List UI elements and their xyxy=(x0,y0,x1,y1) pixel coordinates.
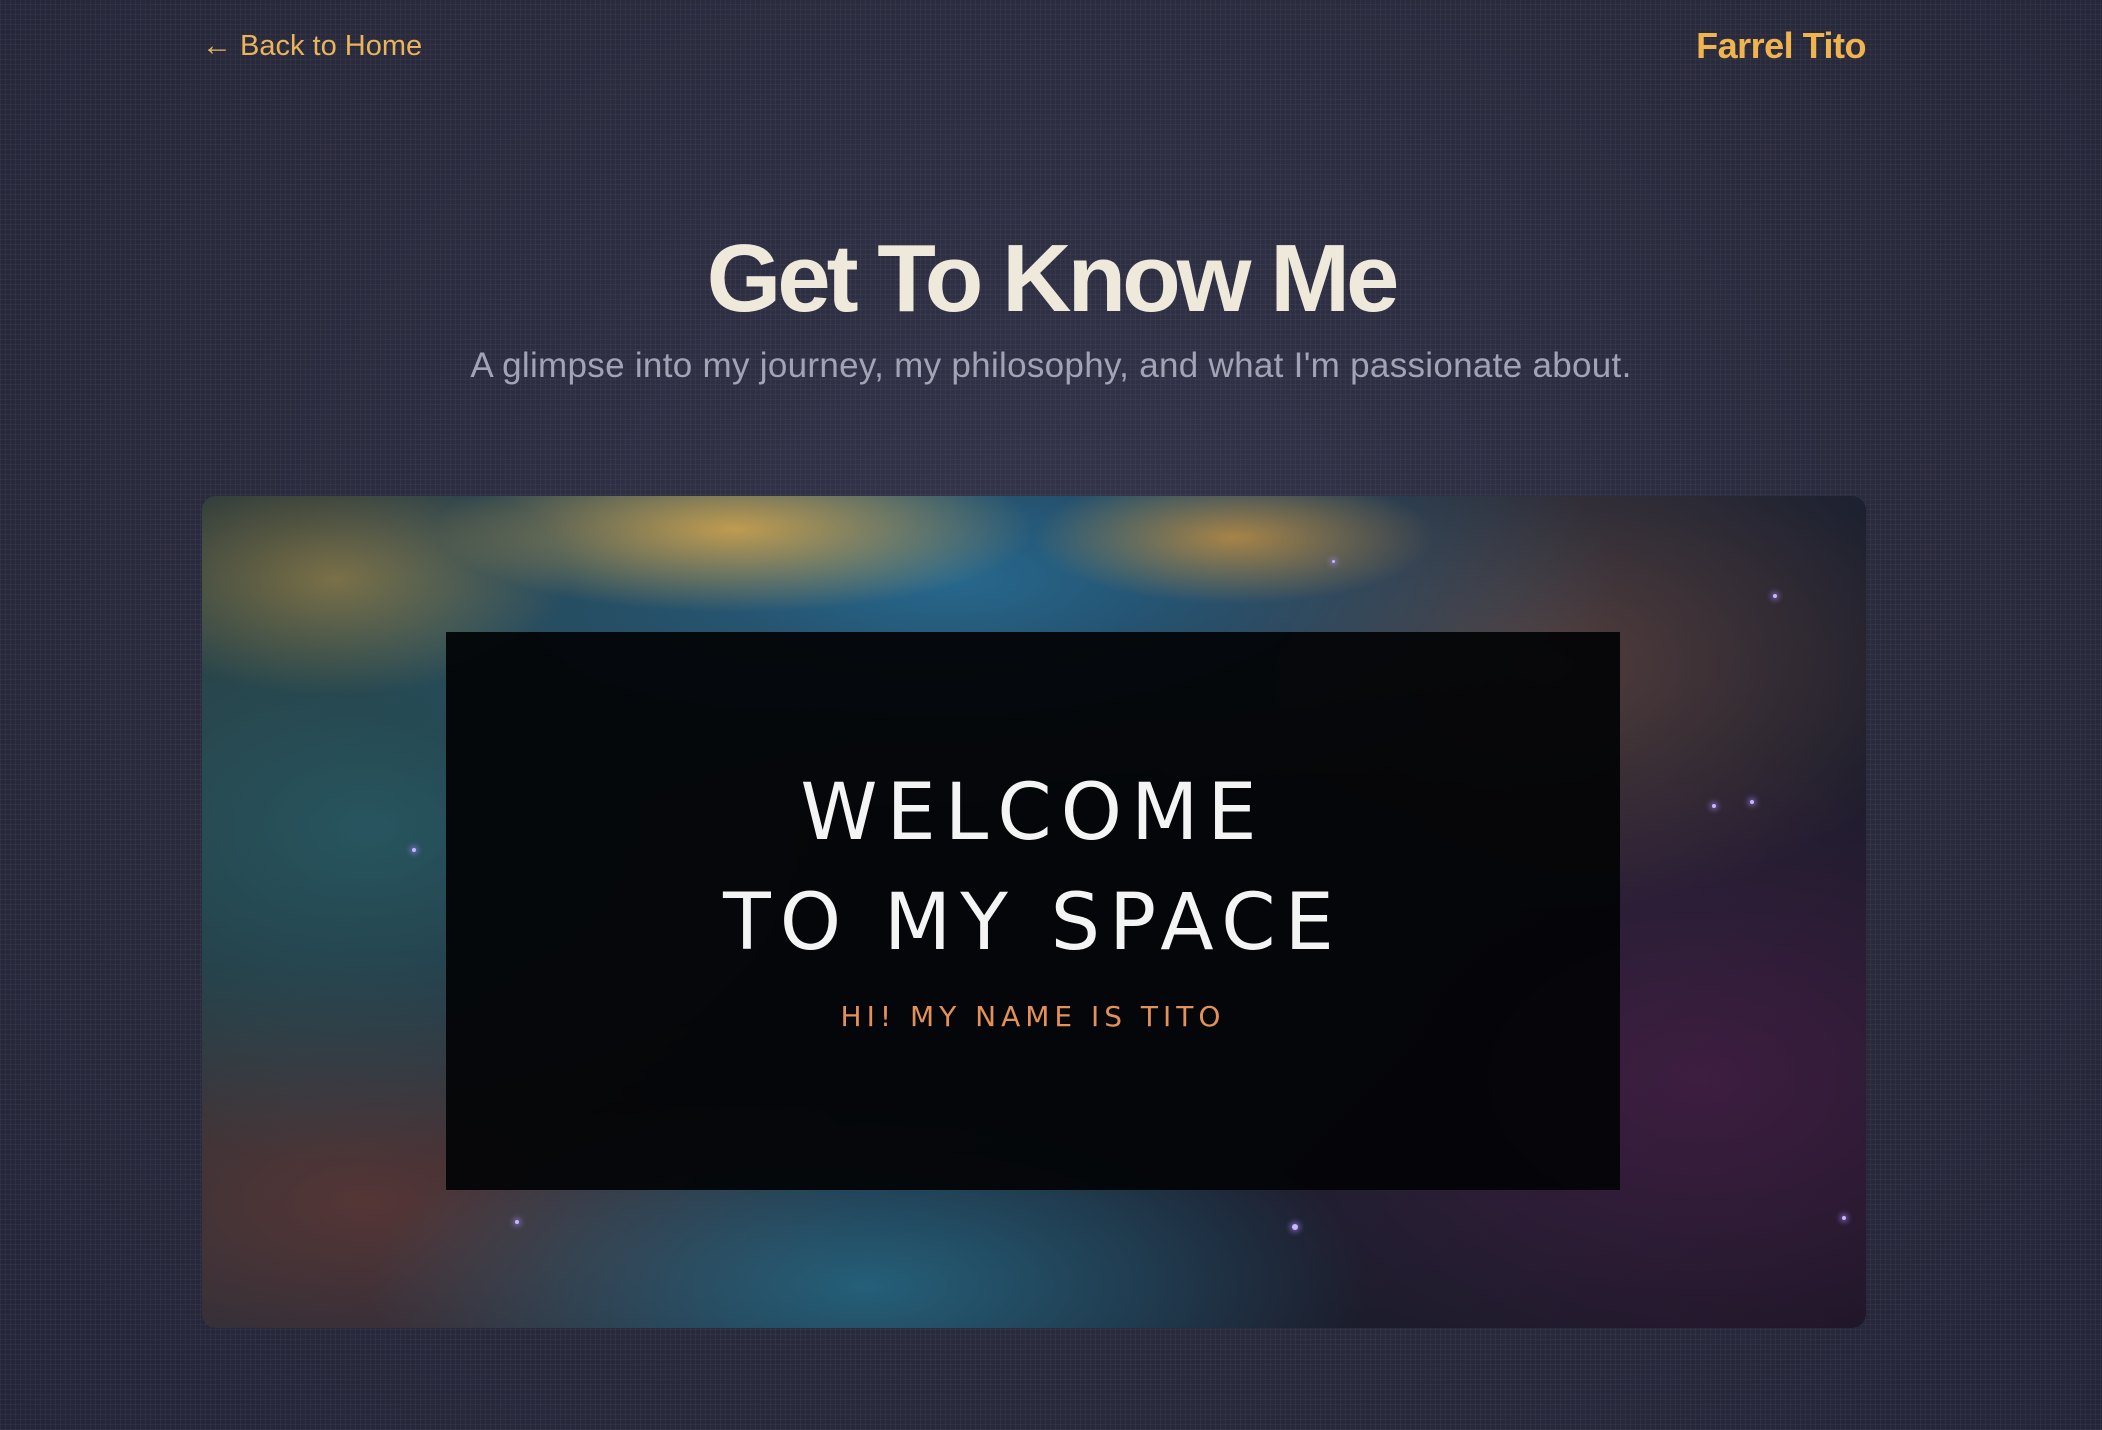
brand-name[interactable]: Farrel Tito xyxy=(1696,25,1866,67)
hero-section: Get To Know Me A glimpse into my journey… xyxy=(0,224,2102,386)
welcome-text-panel: WELCOME TO MY SPACE HI! MY NAME IS TITO xyxy=(446,632,1620,1190)
welcome-line-1: WELCOME xyxy=(800,768,1266,858)
page-title: Get To Know Me xyxy=(706,225,1400,332)
welcome-line-2: TO MY SPACE xyxy=(723,878,1343,968)
page-subtitle: A glimpse into my journey, my philosophy… xyxy=(470,346,1632,385)
welcome-banner-image: WELCOME TO MY SPACE HI! MY NAME IS TITO xyxy=(202,496,1866,1328)
top-navigation: ← Back to Home Farrel Tito xyxy=(202,25,1866,67)
welcome-heading: WELCOME TO MY SPACE xyxy=(446,758,1620,978)
greeting-text: HI! MY NAME IS TITO xyxy=(840,1000,1226,1033)
left-arrow-icon: ← xyxy=(202,29,232,62)
back-to-home-link[interactable]: ← Back to Home xyxy=(202,30,422,63)
back-to-home-label: Back to Home xyxy=(240,29,423,62)
